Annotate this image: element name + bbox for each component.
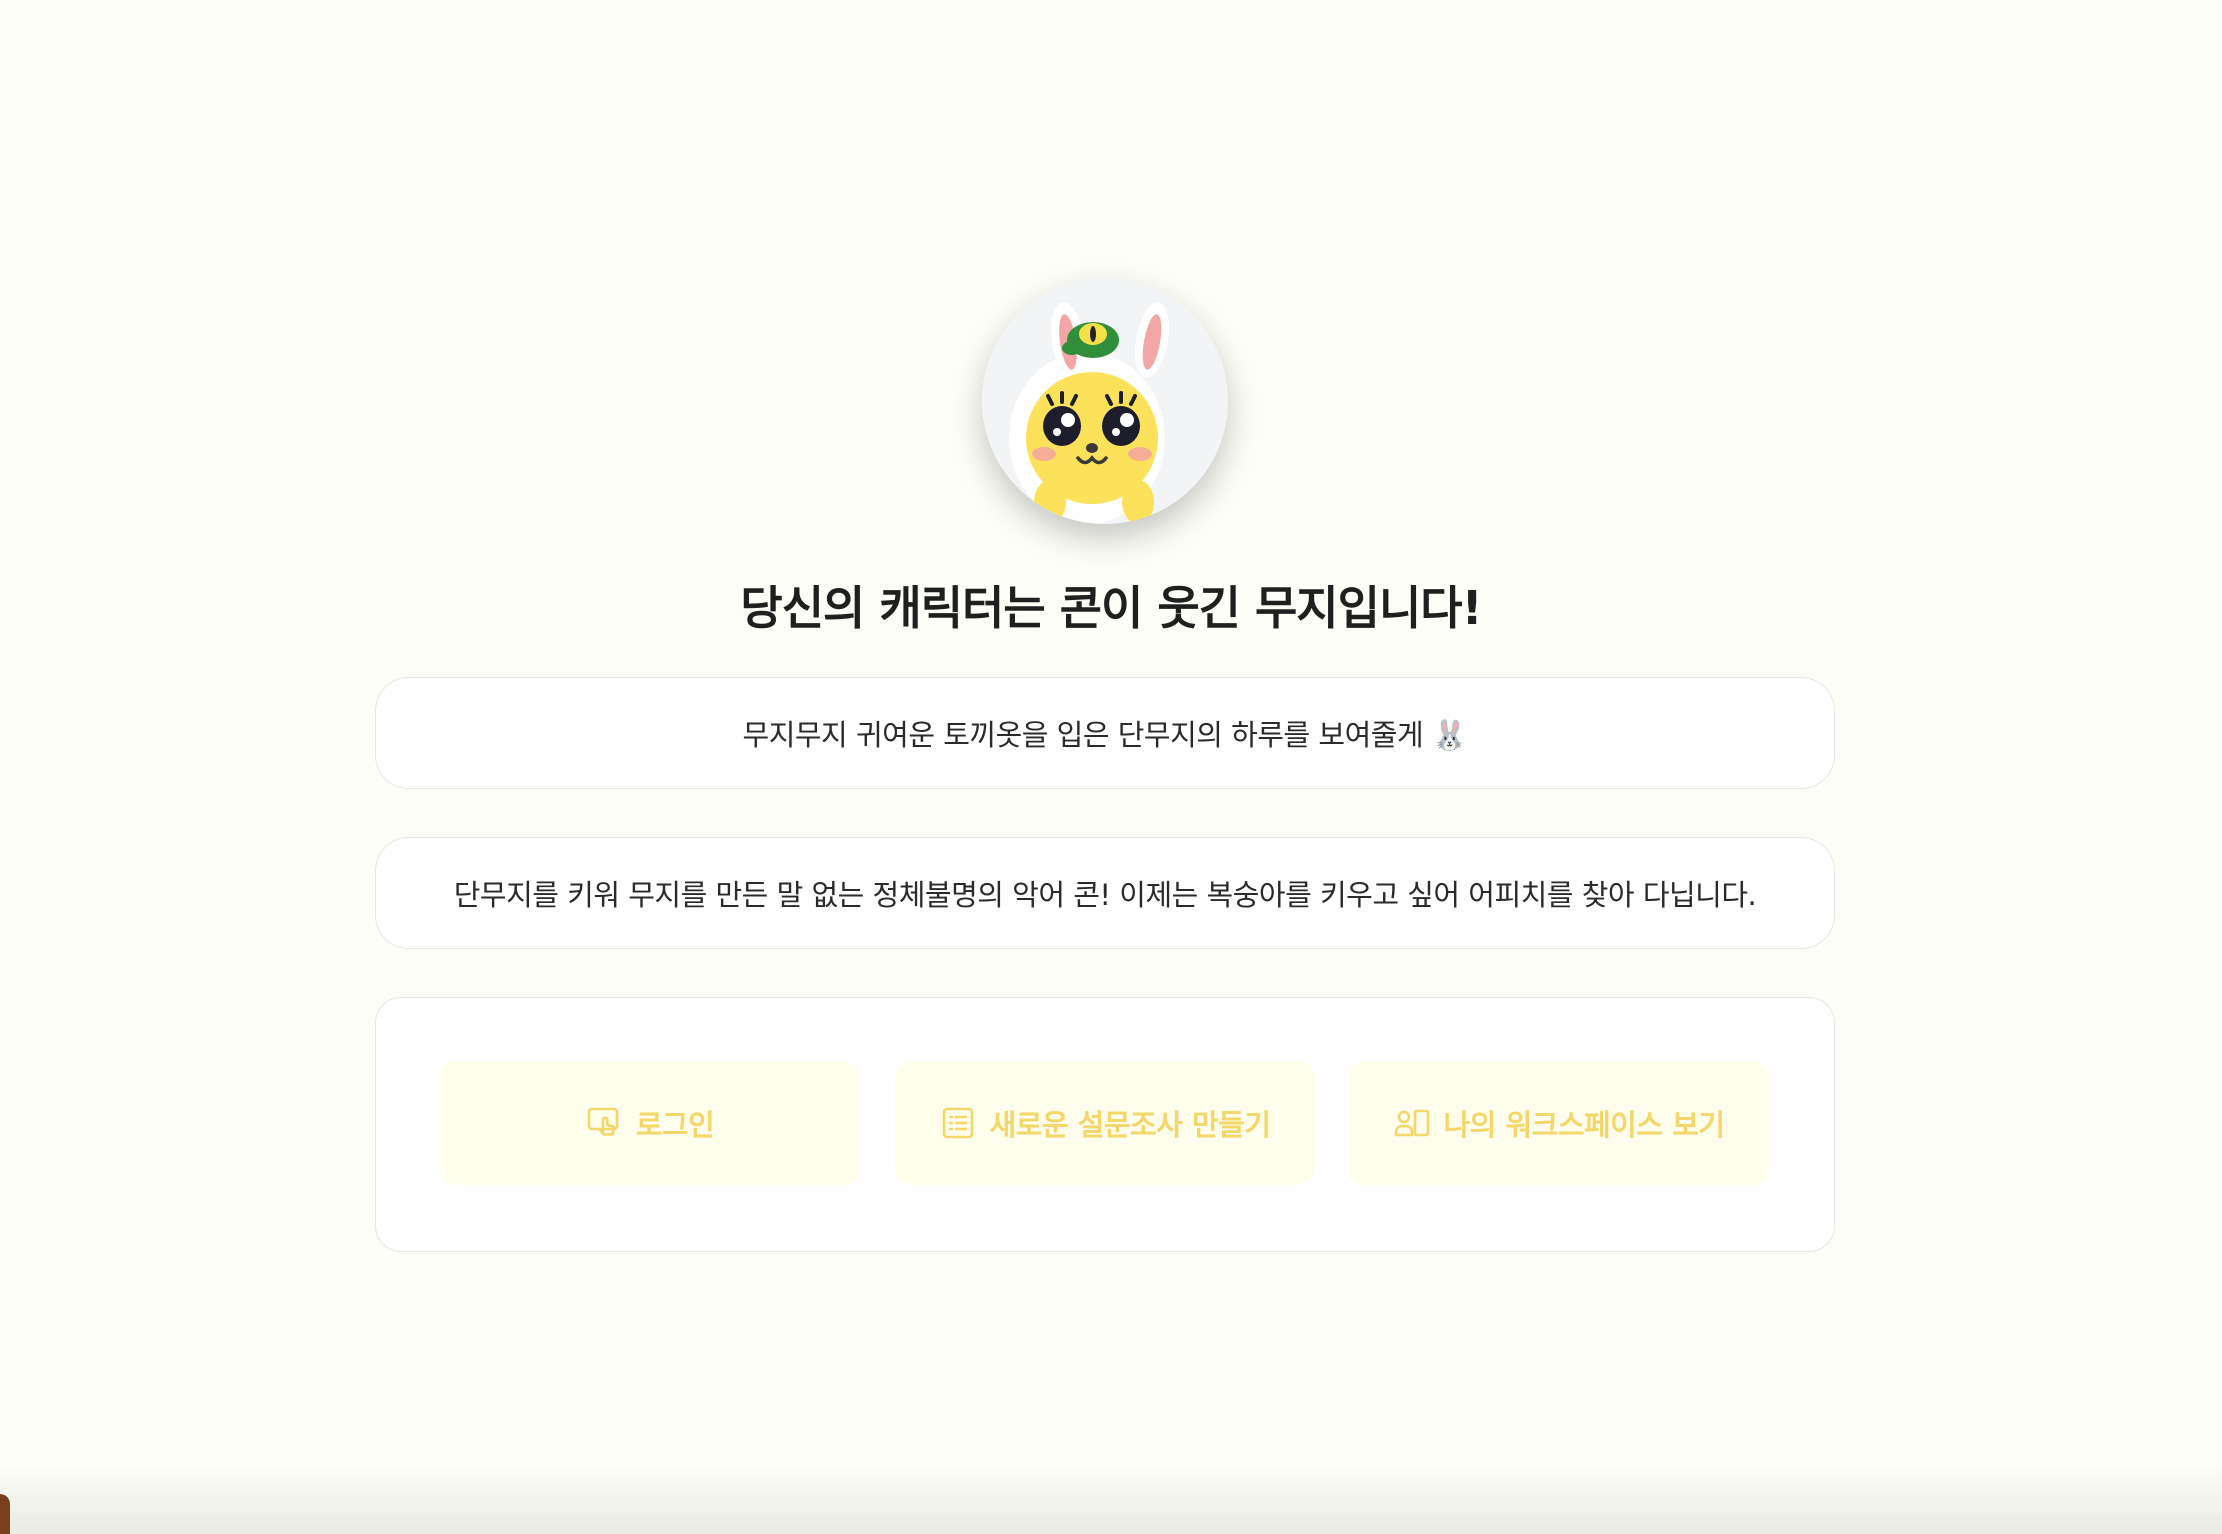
window-corner: [0, 1494, 10, 1534]
login-button[interactable]: 로그인: [440, 1061, 860, 1185]
my-workspace-button[interactable]: 나의 워크스페이스 보기: [1349, 1061, 1769, 1185]
actions-panel: 로그인 새로운 설문조사 만들기 나의 워크스페이스 보기: [375, 997, 1835, 1252]
character-description-card: 무지무지 귀여운 토끼옷을 입은 단무지의 하루를 보여줄게 🐰: [375, 677, 1835, 789]
character-avatar: [982, 278, 1228, 524]
new-survey-label: 새로운 설문조사 만들기: [989, 1108, 1272, 1142]
login-label: 로그인: [635, 1108, 715, 1142]
list-document-icon: [940, 1105, 976, 1141]
character-illustration: [982, 278, 1228, 524]
character-description-text: 무지무지 귀여운 토끼옷을 입은 단무지의 하루를 보여줄게 🐰: [742, 718, 1468, 752]
new-survey-button[interactable]: 새로운 설문조사 만들기: [895, 1061, 1315, 1185]
touch-screen-icon: [586, 1105, 622, 1141]
character-story-card: 단무지를 키워 무지를 만든 말 없는 정체불명의 악어 콘! 이제는 복숭아를…: [375, 837, 1835, 949]
bottom-shadow: [0, 1464, 2222, 1534]
character-story-text: 단무지를 키워 무지를 만든 말 없는 정체불명의 악어 콘! 이제는 복숭아를…: [453, 878, 1757, 912]
result-headline: 당신의 캐릭터는 콘이 웃긴 무지입니다!: [740, 581, 1482, 635]
user-workspace-icon: [1394, 1105, 1430, 1141]
my-workspace-label: 나의 워크스페이스 보기: [1443, 1108, 1726, 1142]
